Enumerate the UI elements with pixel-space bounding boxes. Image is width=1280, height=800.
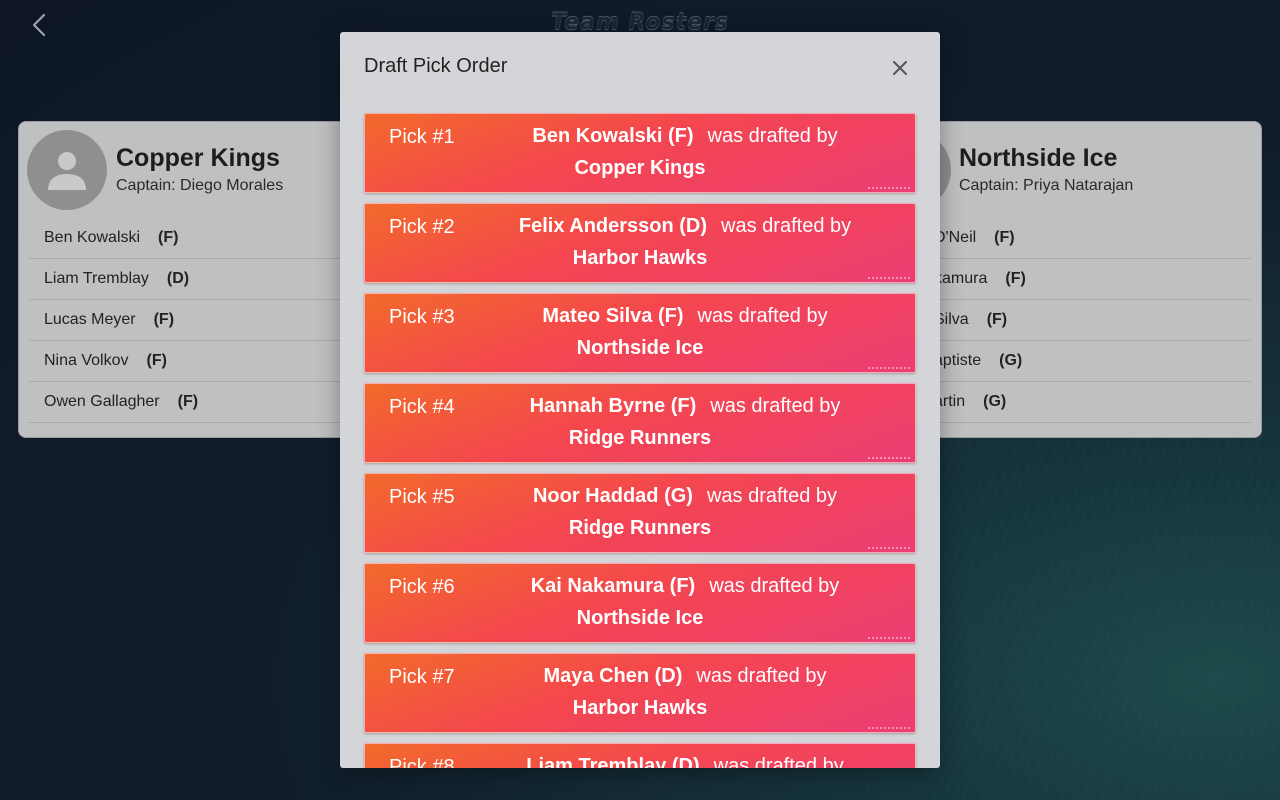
pick-player: Felix Andersson (D): [518, 215, 708, 237]
pick-team: Ridge Runners: [568, 427, 712, 449]
pick-verb: was drafted by: [696, 665, 827, 687]
pick-number: Pick #2: [389, 216, 455, 238]
pick-line: Felix Andersson (D) was drafted by: [455, 215, 915, 238]
pick-number: Pick #1: [389, 126, 455, 148]
close-button[interactable]: [888, 56, 912, 80]
pick-verb: was drafted by: [709, 575, 840, 597]
pick-list: Pick #1 Ben Kowalski (F) was drafted by C…: [364, 113, 916, 768]
draft-pick-modal: Draft Pick Order Pick #1 Ben Kowalski (F…: [340, 32, 940, 768]
pick-player: Liam Tremblay (D): [526, 755, 700, 768]
pick-number: Pick #5: [389, 486, 455, 508]
close-icon: [893, 61, 907, 75]
pick-number: Pick #8: [389, 756, 455, 768]
pick-team: Copper Kings: [574, 157, 706, 179]
pick-number: Pick #3: [389, 306, 455, 328]
pick-line: Hannah Byrne (F) was drafted by: [455, 395, 915, 418]
pick-player: Hannah Byrne (F): [529, 395, 697, 417]
pick-verb: was drafted by: [713, 755, 844, 768]
pick-verb: was drafted by: [710, 395, 841, 417]
modal-title: Draft Pick Order: [364, 55, 508, 77]
pick-verb: was drafted by: [721, 215, 852, 237]
pick-team: Harbor Hawks: [572, 697, 708, 719]
pick-card[interactable]: Pick #7 Maya Chen (D) was drafted by Harb…: [364, 653, 916, 733]
modal-overlay: Draft Pick Order Pick #1 Ben Kowalski (F…: [0, 0, 1280, 800]
pick-line: Mateo Silva (F) was drafted by: [455, 305, 915, 328]
pick-card[interactable]: Pick #1 Ben Kowalski (F) was drafted by C…: [364, 113, 916, 193]
pick-line: Liam Tremblay (D) was drafted by: [455, 755, 915, 768]
pick-player: Maya Chen (D): [543, 665, 683, 687]
pick-number: Pick #4: [389, 396, 455, 418]
pick-verb: was drafted by: [697, 305, 828, 327]
pick-team: Harbor Hawks: [572, 247, 708, 269]
pick-line: Maya Chen (D) was drafted by: [455, 665, 915, 688]
pick-player: Ben Kowalski (F): [532, 125, 694, 147]
pick-team: Northside Ice: [576, 607, 704, 629]
pick-team: Ridge Runners: [568, 517, 712, 539]
pick-verb: was drafted by: [706, 485, 838, 507]
pick-card[interactable]: Pick #8 Liam Tremblay (D) was drafted by: [364, 743, 916, 768]
pick-player: Noor Haddad (G): [532, 485, 693, 507]
pick-card[interactable]: Pick #5 Noor Haddad (G) was drafted by Ri…: [364, 473, 916, 553]
pick-card[interactable]: Pick #4 Hannah Byrne (F) was drafted by R…: [364, 383, 916, 463]
pick-number: Pick #6: [389, 576, 455, 598]
pick-team: Northside Ice: [576, 337, 704, 359]
pick-number: Pick #7: [389, 666, 455, 688]
pick-player: Kai Nakamura (F): [530, 575, 696, 597]
pick-line: Noor Haddad (G) was drafted by: [455, 485, 915, 508]
pick-card[interactable]: Pick #3 Mateo Silva (F) was drafted by No…: [364, 293, 916, 373]
pick-player: Mateo Silva (F): [542, 305, 684, 327]
pick-card[interactable]: Pick #6 Kai Nakamura (F) was drafted by N…: [364, 563, 916, 643]
pick-line: Kai Nakamura (F) was drafted by: [455, 575, 915, 598]
pick-verb: was drafted by: [707, 125, 838, 147]
pick-card[interactable]: Pick #2 Felix Andersson (D) was drafted b…: [364, 203, 916, 283]
pick-line: Ben Kowalski (F) was drafted by: [455, 125, 915, 148]
